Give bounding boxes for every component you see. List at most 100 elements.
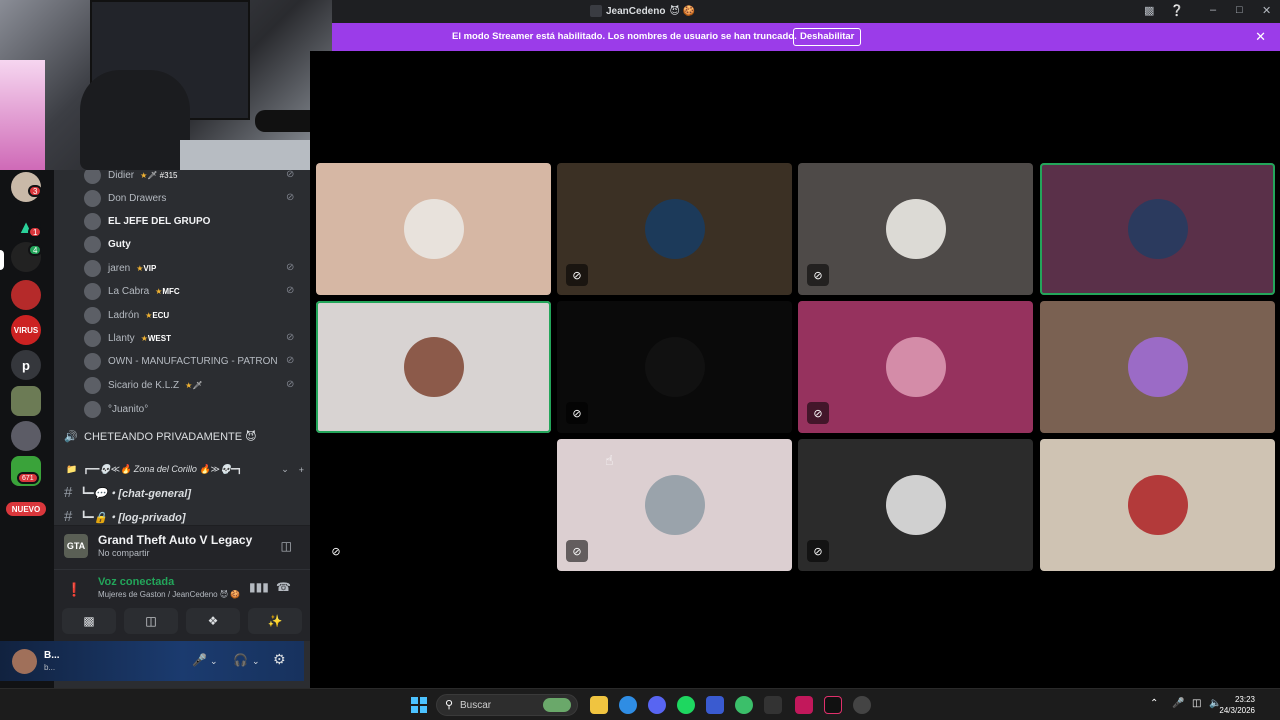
gear-icon[interactable]: ⚙ xyxy=(273,651,286,668)
app-icon[interactable] xyxy=(706,696,724,714)
taskbar-search[interactable]: ⚲ Buscar xyxy=(436,694,578,716)
close-icon[interactable]: ✕ xyxy=(1255,29,1266,45)
avatar[interactable] xyxy=(12,649,37,674)
username[interactable]: B... xyxy=(44,650,60,661)
activity-panel: GTA Grand Theft Auto V Legacy No compart… xyxy=(54,525,310,569)
participant-tile[interactable]: ⊘ xyxy=(798,439,1033,571)
avatar xyxy=(644,199,705,259)
server-icon[interactable] xyxy=(11,421,41,451)
text-channel-log-privado[interactable]: # ┗━🔒・[log-privado] xyxy=(64,508,186,525)
chrome-icon[interactable] xyxy=(619,696,637,714)
participant-tile[interactable]: ⊘ xyxy=(557,301,792,433)
avatar xyxy=(84,400,101,418)
voice-channel-path[interactable]: Mujeres de Gaston / JeanCedeno 😈 🍪 xyxy=(98,590,240,599)
voice-member[interactable]: OWN - MANUFACTURING - PATRON ⊘ xyxy=(84,350,310,372)
voice-status[interactable]: Voz conectada xyxy=(98,576,174,588)
voice-member[interactable]: jaren VIP ⊘ xyxy=(84,257,310,279)
folder-icon: 📁 xyxy=(66,464,78,474)
participant-tile[interactable] xyxy=(1040,301,1275,433)
voice-member[interactable]: °Juanito° xyxy=(84,398,310,420)
taskbar-clock[interactable]: 23:23 24/3/2026 xyxy=(1219,694,1255,716)
app-icon[interactable] xyxy=(764,696,782,714)
voice-channel-name: CHETEANDO PRIVADAMENTE 😈 xyxy=(84,431,257,443)
member-tag: MFC xyxy=(155,287,179,296)
chevron-down-icon[interactable]: ⌄ xyxy=(210,656,218,667)
voice-member[interactable]: EL JEFE DEL GRUPO xyxy=(84,210,310,232)
discord-icon[interactable] xyxy=(648,696,666,714)
member-tag: VIP xyxy=(136,264,156,273)
browser-icon[interactable] xyxy=(735,696,753,714)
voice-member[interactable]: Llanty WEST ⊘ xyxy=(84,327,310,349)
server-icon[interactable] xyxy=(11,386,41,416)
participant-tile[interactable] xyxy=(316,301,551,433)
member-suffix: 🗡 xyxy=(185,381,202,390)
spotify-icon[interactable] xyxy=(677,696,695,714)
soundboard-button[interactable]: ✨ xyxy=(248,608,302,634)
hand-cursor-icon: ☝ xyxy=(605,452,614,468)
member-name: Sicario de K.L.Z xyxy=(108,379,180,391)
microphone-icon[interactable]: 🎤 xyxy=(192,653,207,667)
signal-icon[interactable]: ❗ xyxy=(66,582,82,598)
participant-tile[interactable]: ⊘ xyxy=(798,163,1033,295)
disable-streamer-button[interactable]: Deshabilitar xyxy=(793,28,862,46)
search-icon: ⚲ xyxy=(445,699,454,711)
avatar xyxy=(885,337,946,397)
participant-tile[interactable] xyxy=(1040,439,1275,571)
add-channel-icon[interactable]: + xyxy=(299,465,304,475)
mic-muted-icon: ⊘ xyxy=(807,540,829,562)
camera-off-button[interactable]: ▩ xyxy=(62,608,116,634)
voice-member[interactable]: La Cabra MFC ⊘ xyxy=(84,280,310,302)
text-channel-chat-general[interactable]: # ┗━💬・[chat-general] xyxy=(64,484,191,501)
help-icon[interactable]: ❔ xyxy=(1170,4,1184,17)
server-icon[interactable]: p xyxy=(11,350,41,380)
noise-suppression-icon[interactable]: ▮▮▮ xyxy=(249,580,269,594)
server-icon[interactable]: VIRUS xyxy=(11,315,41,345)
selected-pill xyxy=(0,250,4,270)
avatar xyxy=(403,337,464,397)
participant-tile[interactable]: ⊘ xyxy=(316,439,551,571)
participant-tile[interactable]: ⊘ xyxy=(798,301,1033,433)
participant-tile[interactable]: ⊘ xyxy=(557,163,792,295)
search-highlight-image xyxy=(543,698,571,712)
disconnect-icon[interactable]: ☎ xyxy=(276,580,291,594)
chair-image xyxy=(80,70,190,170)
close-icon[interactable]: ✕ xyxy=(1262,4,1271,17)
app-icon[interactable] xyxy=(795,696,813,714)
avatar xyxy=(644,475,705,535)
chevron-down-icon[interactable]: ⌄ xyxy=(281,464,289,475)
server-icon[interactable] xyxy=(11,280,41,310)
minimize-icon[interactable]: – xyxy=(1210,4,1216,16)
voice-member[interactable]: Sicario de K.L.Z 🗡 ⊘ xyxy=(84,374,310,396)
discord-app: 3 ▲ 1 4 VIRUS p 671 NUEVO Didier🗡 #315⊘D… xyxy=(0,0,1280,720)
mic-muted-icon: ⊘ xyxy=(286,262,295,273)
voice-member[interactable]: Ladrón ECU xyxy=(84,304,310,326)
file-explorer-icon[interactable] xyxy=(590,696,608,714)
tiktok-icon[interactable] xyxy=(824,696,842,714)
voice-member[interactable]: Guty xyxy=(84,233,310,255)
windows-start-icon[interactable] xyxy=(411,697,427,713)
chevron-up-icon[interactable]: ⌃ xyxy=(1150,698,1158,709)
screen-share-icon[interactable]: ◫ xyxy=(281,539,292,553)
share-screen-button[interactable]: ◫ xyxy=(124,608,178,634)
chevron-down-icon[interactable]: ⌄ xyxy=(252,656,260,667)
window-title: JeanCedeno 😈 🍪 xyxy=(590,5,695,17)
avatar xyxy=(1127,337,1188,397)
network-icon[interactable]: ◫ xyxy=(1192,698,1201,709)
microphone-icon[interactable]: 🎤 xyxy=(1172,698,1184,709)
participant-tile[interactable] xyxy=(316,163,551,295)
voice-connection-panel: ❗ Voz conectada Mujeres de Gaston / Jean… xyxy=(54,569,310,641)
maximize-icon[interactable]: □ xyxy=(1236,4,1243,16)
game-icon: GTA xyxy=(64,534,88,558)
avatar xyxy=(84,376,101,394)
channel-category[interactable]: 📁 ┏━━💀≪🔥 Zona del Corillo 🔥≫💀━┓ ⌄ + xyxy=(66,464,304,475)
voice-channel-item[interactable]: 🔊 CHETEANDO PRIVADAMENTE 😈 xyxy=(64,430,257,443)
headphones-icon[interactable]: 🎧 xyxy=(233,653,248,667)
member-name: Guty xyxy=(108,238,131,250)
participant-tile[interactable]: ⊘ xyxy=(557,439,792,571)
app-icon[interactable] xyxy=(853,696,871,714)
inbox-icon[interactable]: ▩ xyxy=(1144,4,1154,17)
activities-button[interactable]: ❖ xyxy=(186,608,240,634)
voice-member[interactable]: Don Drawers ⊘ xyxy=(84,187,310,209)
mic-muted-icon: ⊘ xyxy=(566,402,588,424)
participant-tile[interactable] xyxy=(1040,163,1275,295)
